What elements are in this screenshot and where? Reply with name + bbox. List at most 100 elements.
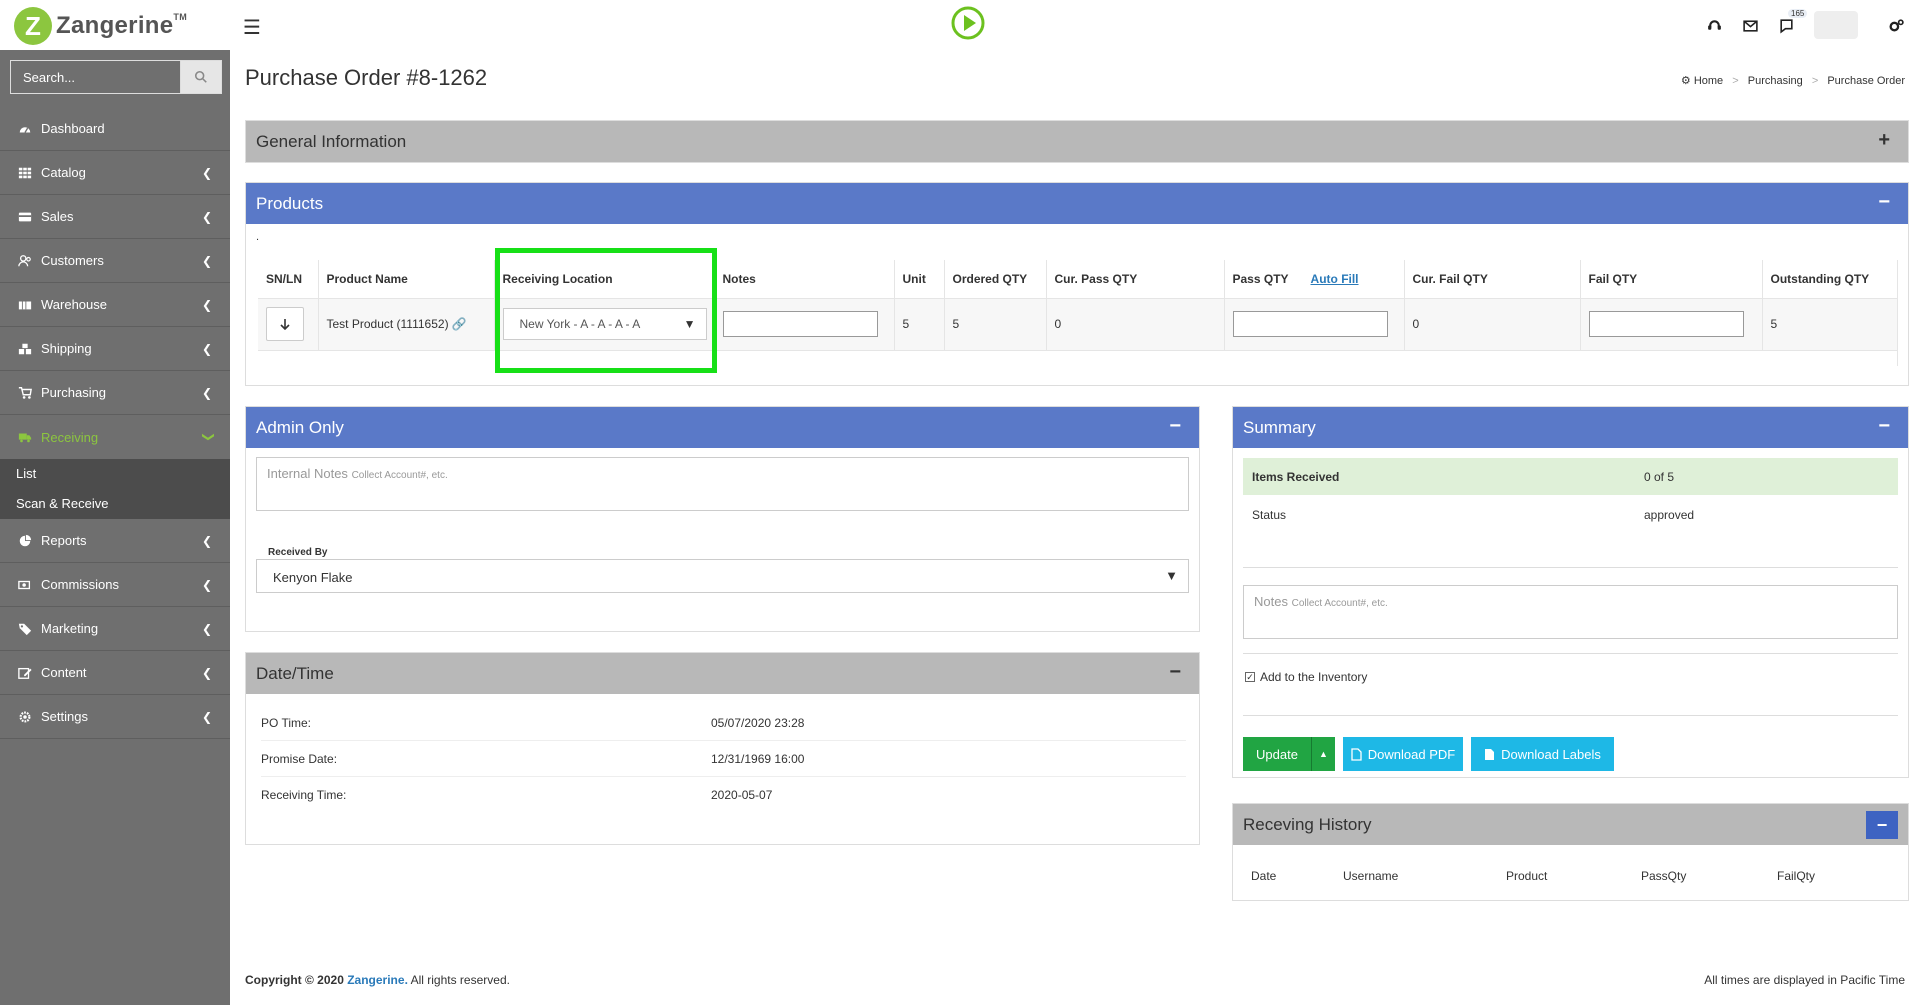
sidebar-item-receiving[interactable]: Receiving ❮ bbox=[0, 415, 230, 459]
received-by-select[interactable]: Kenyon Flake ▼ bbox=[256, 559, 1189, 593]
panel-title: General Information bbox=[256, 131, 407, 151]
products-header: Products − bbox=[246, 183, 1908, 224]
panel-title: Receving History bbox=[1243, 814, 1372, 834]
cur-pass-qty-value: 0 bbox=[1046, 297, 1225, 350]
update-button[interactable]: Update bbox=[1243, 737, 1311, 771]
panel-title: Products bbox=[256, 193, 324, 213]
chevron-left-icon: ❮ bbox=[201, 342, 212, 356]
sidebar-item-label: Reports bbox=[41, 533, 87, 548]
breadcrumb-home[interactable]: Home bbox=[1694, 75, 1723, 87]
sidebar-item-commissions[interactable]: Commissions ❮ bbox=[0, 563, 230, 607]
logo-mark-icon: Z bbox=[14, 7, 52, 45]
menu-toggle-icon[interactable]: ☰ bbox=[243, 15, 261, 40]
status-row: Status approved bbox=[1252, 507, 1695, 522]
submenu-item-scan-receive[interactable]: Scan & Receive bbox=[0, 489, 230, 519]
sidebar-item-label: Sales bbox=[41, 209, 74, 224]
sidebar-item-catalog[interactable]: Catalog ❮ bbox=[0, 151, 230, 195]
chevron-left-icon: ❮ bbox=[201, 534, 212, 548]
collapse-toggle[interactable]: − bbox=[1878, 415, 1890, 438]
auto-fill-link[interactable]: Auto Fill bbox=[1311, 272, 1359, 286]
collapse-button[interactable]: − bbox=[1866, 811, 1898, 839]
sidebar-item-label: Marketing bbox=[41, 621, 99, 636]
trademark: TM bbox=[173, 12, 188, 22]
sidebar-item-label: Dashboard bbox=[41, 121, 105, 136]
date-row: Receiving Time: 2020-05-07 bbox=[261, 788, 773, 802]
truck-icon bbox=[17, 429, 33, 445]
settings-gears-icon[interactable] bbox=[1878, 0, 1914, 50]
col-cur-pass-qty: Cur. Pass QTY bbox=[1046, 260, 1225, 298]
download-pdf-button[interactable]: Download PDF bbox=[1343, 737, 1463, 771]
sidebar-item-dashboard[interactable]: Dashboard bbox=[0, 107, 230, 151]
sidebar-item-marketing[interactable]: Marketing ❮ bbox=[0, 607, 230, 651]
date-row: Promise Date: 12/31/1969 16:00 bbox=[261, 741, 1186, 777]
history-col-failqty: FailQty bbox=[1777, 869, 1816, 883]
fail-qty-input[interactable] bbox=[1588, 311, 1744, 337]
sidebar-item-warehouse[interactable]: Warehouse ❮ bbox=[0, 283, 230, 327]
internal-notes-textarea[interactable]: Internal Notes Collect Account#, etc. bbox=[256, 457, 1189, 511]
notifications-icon[interactable]: 165 bbox=[1768, 0, 1808, 50]
pass-qty-input[interactable] bbox=[1232, 311, 1388, 337]
sidebar-search bbox=[10, 60, 222, 94]
file-icon bbox=[1484, 748, 1495, 761]
chevron-left-icon: ❮ bbox=[201, 298, 212, 312]
sidebar-item-customers[interactable]: Customers ❮ bbox=[0, 239, 230, 283]
sidebar-item-settings[interactable]: Settings ❮ bbox=[0, 695, 230, 739]
sidebar-item-purchasing[interactable]: Purchasing ❮ bbox=[0, 371, 230, 415]
avatar[interactable] bbox=[1814, 11, 1858, 39]
expand-toggle[interactable]: + bbox=[1878, 129, 1890, 152]
boxes-icon bbox=[17, 341, 33, 357]
date-time-panel: Date/Time − PO Time: 05/07/2020 23:28 Pro… bbox=[245, 652, 1200, 845]
summary-header: Summary − bbox=[1233, 407, 1908, 448]
play-icon[interactable] bbox=[950, 5, 986, 41]
chevron-left-icon: ❮ bbox=[201, 666, 212, 680]
product-name[interactable]: Test Product (1111652) bbox=[327, 317, 449, 331]
download-labels-button[interactable]: Download Labels bbox=[1471, 737, 1614, 771]
receiving-history-panel: Receving History − Date Username Product… bbox=[1232, 803, 1909, 901]
collapse-toggle[interactable]: − bbox=[1169, 415, 1181, 438]
sidebar-item-label: Settings bbox=[41, 709, 88, 724]
history-col-date: Date bbox=[1251, 869, 1277, 883]
history-col-passqty: PassQty bbox=[1641, 869, 1687, 883]
items-received-row: Items Received 0 of 5 bbox=[1243, 458, 1898, 495]
sidebar-item-sales[interactable]: Sales ❮ bbox=[0, 195, 230, 239]
outstanding-qty-value: 5 bbox=[1762, 297, 1898, 350]
chevron-left-icon: ❮ bbox=[201, 254, 212, 268]
sidebar-item-content[interactable]: Content ❮ bbox=[0, 651, 230, 695]
general-information-header[interactable]: General Information + bbox=[246, 121, 1908, 162]
sidebar-item-reports[interactable]: Reports ❮ bbox=[0, 519, 230, 563]
search-button[interactable] bbox=[180, 60, 222, 94]
col-sn-ln: SN/LN bbox=[258, 260, 319, 298]
serial-expand-button[interactable] bbox=[266, 307, 304, 341]
notes-input[interactable] bbox=[722, 311, 878, 337]
support-chat-icon[interactable] bbox=[1696, 0, 1732, 50]
sidebar-item-shipping[interactable]: Shipping ❮ bbox=[0, 327, 230, 371]
table-header-row: SN/LN Product Name Receiving Location No… bbox=[258, 260, 1898, 298]
tag-icon bbox=[17, 621, 33, 637]
link-icon[interactable]: 🔗 bbox=[452, 317, 467, 331]
search-input[interactable] bbox=[10, 60, 180, 94]
collapse-toggle[interactable]: − bbox=[1878, 191, 1890, 214]
breadcrumb-purchasing[interactable]: Purchasing bbox=[1748, 75, 1803, 87]
receiving-history-header: Receving History − bbox=[1233, 804, 1908, 845]
checkbox-checked-icon: ✓ bbox=[1245, 672, 1255, 682]
summary-panel: Summary − Items Received 0 of 5 Status app… bbox=[1232, 406, 1909, 778]
chevron-left-icon: ❮ bbox=[201, 578, 212, 592]
sidebar-item-label: Shipping bbox=[41, 341, 92, 356]
dropdown-arrow-icon: ▼ bbox=[683, 317, 696, 331]
update-dropdown-button[interactable]: ▲ bbox=[1311, 737, 1335, 771]
admin-only-panel: Admin Only − Internal Notes Collect Acco… bbox=[245, 406, 1200, 632]
sidebar-nav: Dashboard Catalog ❮ Sales ❮ Customers ❮ … bbox=[0, 107, 230, 739]
chevron-left-icon: ❮ bbox=[201, 210, 212, 224]
admin-only-header: Admin Only − bbox=[246, 407, 1199, 448]
products-dot: . bbox=[256, 231, 260, 243]
summary-notes-textarea[interactable]: Notes Collect Account#, etc. bbox=[1243, 585, 1898, 639]
receiving-location-select[interactable]: New York - A - A - A - A ▼ bbox=[502, 308, 707, 340]
mail-icon[interactable] bbox=[1732, 0, 1768, 50]
collapse-toggle[interactable]: − bbox=[1169, 661, 1181, 684]
top-bar: Z ZangerineTM ☰ 165 bbox=[0, 0, 1920, 50]
sidebar-item-label: Purchasing bbox=[41, 385, 107, 400]
submenu-item-list[interactable]: List bbox=[0, 459, 230, 489]
add-to-inventory-checkbox[interactable]: ✓ Add to the Inventory bbox=[1245, 670, 1367, 684]
logo[interactable]: Z ZangerineTM bbox=[14, 7, 188, 45]
footer-brand-link[interactable]: Zangerine. bbox=[347, 973, 408, 987]
